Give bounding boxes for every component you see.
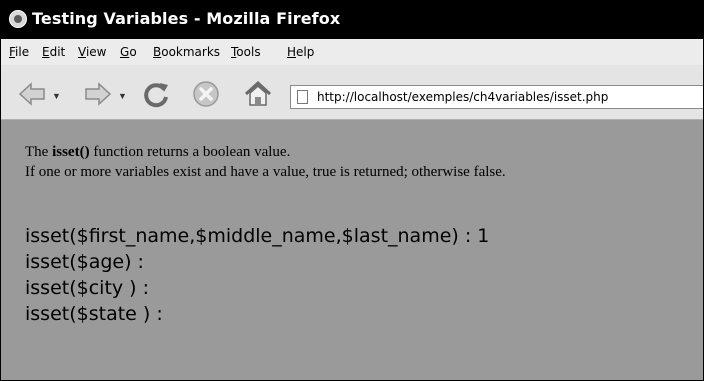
menu-tools[interactable]: Tools [231, 44, 261, 60]
menu-view[interactable]: View [78, 44, 106, 60]
menu-file[interactable]: File [9, 44, 29, 60]
page-icon [297, 90, 308, 104]
page-content: The isset() function returns a boolean v… [1, 120, 703, 380]
forward-dropdown-icon[interactable]: ▼ [118, 91, 127, 101]
menu-help[interactable]: Help [287, 44, 314, 60]
back-dropdown-icon[interactable]: ▼ [52, 91, 61, 101]
result-line: isset($state ) : [25, 303, 163, 325]
result-line: isset($city ) : [25, 277, 150, 299]
home-icon[interactable] [243, 79, 273, 109]
reload-icon[interactable] [141, 79, 171, 109]
description-line-1: The isset() function returns a boolean v… [25, 144, 291, 160]
url-text[interactable]: http://localhost/exemples/ch4variables/i… [317, 90, 608, 105]
menu-go[interactable]: Go [120, 44, 137, 60]
menu-edit[interactable]: Edit [42, 44, 65, 60]
menu-bookmarks[interactable]: Bookmarks [153, 44, 220, 60]
address-bar[interactable]: http://localhost/exemples/ch4variables/i… [290, 85, 703, 109]
menu-bar: File Edit View Go Bookmarks Tools Help [1, 39, 703, 66]
stop-icon[interactable] [191, 79, 221, 109]
firefox-logo-icon [9, 10, 27, 28]
navigation-toolbar: ▼ ▼ http://localhost/exemples/ch4variabl… [1, 65, 703, 120]
forward-icon[interactable] [83, 79, 113, 109]
window-title: Testing Variables - Mozilla Firefox [32, 9, 341, 28]
browser-window: Testing Variables - Mozilla Firefox File… [0, 0, 704, 381]
result-line: isset($first_name,$middle_name,$last_nam… [25, 225, 490, 247]
title-bar: Testing Variables - Mozilla Firefox [1, 1, 703, 39]
back-icon[interactable] [17, 79, 47, 109]
function-name: isset() [52, 144, 90, 160]
result-line: isset($age) : [25, 251, 144, 273]
description-line-2: If one or more variables exist and have … [25, 164, 506, 180]
